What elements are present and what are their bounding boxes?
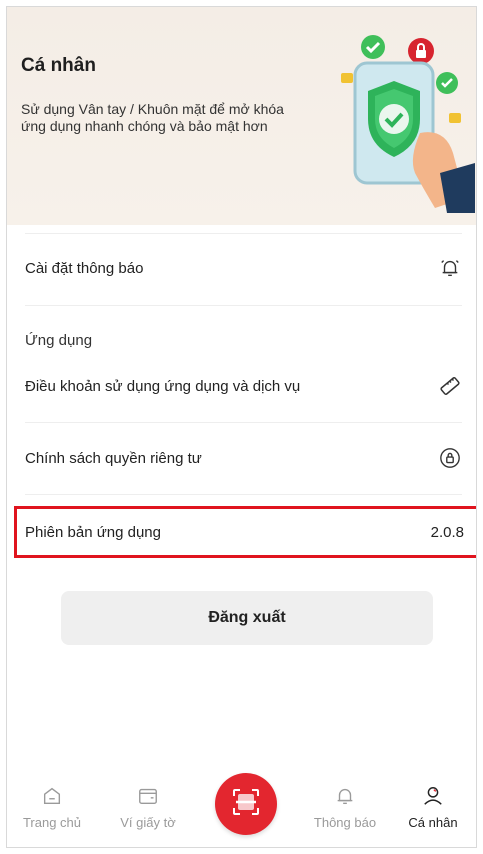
privacy-policy-label: Chính sách quyền riêng tư [25,449,202,467]
terms-row[interactable]: Điều khoản sử dụng ứng dụng và dịch vụ [25,374,462,398]
wallet-icon [137,781,159,807]
tab-wallet-label: Ví giấy tờ [120,815,176,830]
tab-profile-label: Cá nhân [408,815,458,830]
app-version-row: Phiên bản ứng dụng 2.0.8 [25,520,464,544]
notification-settings-label: Cài đặt thông báo [25,259,144,277]
privacy-policy-row[interactable]: Chính sách quyền riêng tư [25,446,462,470]
app-screen: Cá nhân Sử dụng Vân tay / Khuôn mặt để m… [6,6,477,848]
divider [25,494,462,495]
bell-icon [438,256,462,280]
scan-icon [231,787,261,822]
bell-icon [334,781,356,807]
ruler-icon [438,374,462,398]
tab-profile[interactable]: Cá nhân [388,781,476,830]
home-icon [41,781,63,807]
tab-notifications[interactable]: Thông báo [300,781,390,830]
tab-wallet[interactable]: Ví giấy tờ [103,781,193,830]
scan-button[interactable] [215,773,277,835]
tab-home-label: Trang chủ [22,815,82,830]
divider [25,305,462,306]
app-version-label: Phiên bản ứng dụng [25,523,161,541]
app-section-label: Ứng dụng [25,332,93,349]
hero-banner: Cá nhân Sử dụng Vân tay / Khuôn mặt để m… [7,7,476,225]
user-icon [422,781,444,807]
tab-notifications-label: Thông báo [313,815,377,830]
app-version-value: 2.0.8 [430,523,464,541]
tab-home[interactable]: Trang chủ [7,781,97,830]
bottom-tab-bar: Trang chủ Ví giấy tờ Thông báo Cá nhân [7,767,476,847]
logout-button[interactable]: Đăng xuất [61,591,433,645]
divider [25,422,462,423]
hero-description: Sử dụng Vân tay / Khuôn mặt để mở khóa ứ… [21,101,284,134]
divider [25,233,462,234]
lock-badge-icon [438,446,462,470]
notification-settings-row[interactable]: Cài đặt thông báo [25,256,462,280]
phone-security-illustration [341,35,475,213]
terms-label: Điều khoản sử dụng ứng dụng và dịch vụ [25,377,301,395]
page-title: Cá nhân [21,55,96,76]
